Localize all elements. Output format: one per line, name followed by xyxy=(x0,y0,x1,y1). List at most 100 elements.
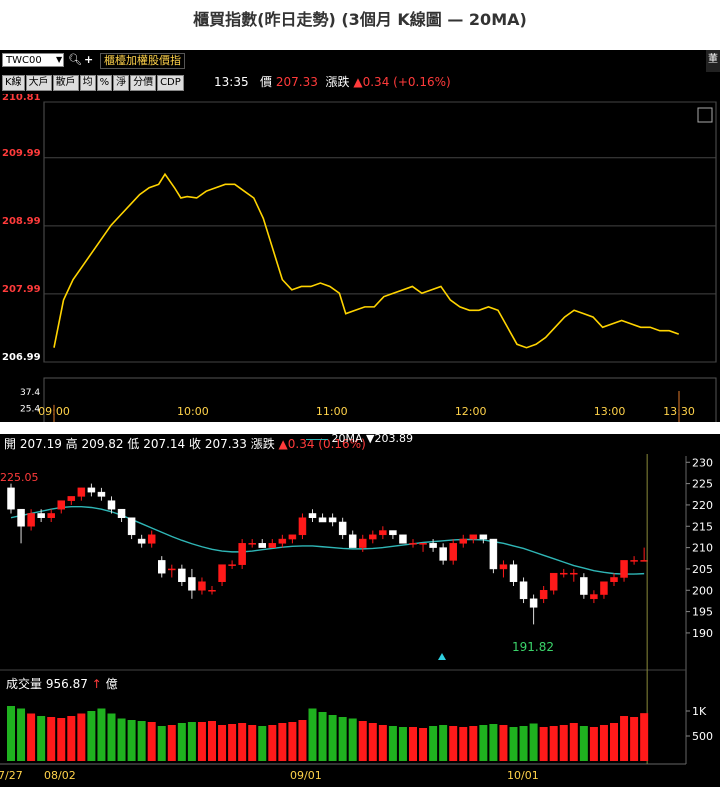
quote-line: 13:35 價 207.33 漲跌 ▲0.34 (+0.16%) xyxy=(214,75,451,89)
kline-volume-bar xyxy=(630,717,639,761)
candle-body xyxy=(630,560,638,562)
vol-tick-label: 500 xyxy=(692,730,713,743)
kline-volume-bar xyxy=(167,725,176,761)
time-tick-label: 13:00 xyxy=(594,405,626,418)
candle-body xyxy=(610,577,618,582)
symbol-input[interactable]: TWC00 xyxy=(2,53,64,67)
kline-volume-bar xyxy=(328,715,337,761)
candle-body xyxy=(188,577,196,591)
candle-body xyxy=(208,590,216,592)
price-tick-label: 207.99 xyxy=(2,284,41,295)
volume-tick-label: 25.4 xyxy=(20,405,40,415)
date-tick-label: 08/02 xyxy=(44,769,76,782)
search-icon[interactable]: 🔍︎ xyxy=(68,53,82,67)
candle-body xyxy=(338,521,347,536)
candle-body xyxy=(228,564,236,566)
volume-readout: 成交量 956.87 ↑ 億 xyxy=(6,676,118,692)
kline-volume-bar xyxy=(57,718,66,761)
kline-chart: 230 225 220 215 210 205 200 195 190 225.05 191.82 1… xyxy=(0,454,713,782)
candle-body xyxy=(158,560,166,574)
candle-body xyxy=(469,534,478,540)
candle-body xyxy=(359,538,367,548)
time-tick-label: 12:00 xyxy=(455,405,487,418)
high-value: 209.82 xyxy=(81,437,124,451)
y-tick-label: 230 xyxy=(692,456,713,469)
low-label: 低 xyxy=(127,437,140,451)
price-value: 207.33 xyxy=(275,75,318,89)
time-tick-label: 10:00 xyxy=(177,405,209,418)
candle-body xyxy=(248,543,256,545)
date-tick-label: 10/01 xyxy=(507,769,539,782)
intraday-chart: 210.81209.99208.99207.99206.9909:00 10:00… xyxy=(2,94,717,422)
kline-volume-bar xyxy=(429,726,438,761)
kline-volume-bar xyxy=(157,726,166,761)
candle-body xyxy=(97,491,106,497)
kline-volume-bar xyxy=(107,713,116,761)
kline-volume-bar xyxy=(449,726,458,761)
price-label: 價 xyxy=(260,75,273,89)
percent-button[interactable]: % xyxy=(96,75,113,91)
kline-volume-bar xyxy=(147,722,156,761)
kline-volume-bar xyxy=(559,725,568,761)
y-tick-label: 220 xyxy=(692,499,713,512)
candle-body xyxy=(529,598,538,608)
kline-volume-bar xyxy=(228,724,237,761)
candle-body xyxy=(178,568,186,582)
candle-body xyxy=(137,538,146,544)
kline-volume-bar xyxy=(27,713,36,761)
kline-volume-bar xyxy=(388,726,397,761)
ma-name: 20MA xyxy=(331,432,363,445)
kline-volume-bar xyxy=(127,720,136,761)
add-icon[interactable]: + xyxy=(84,53,93,67)
candle-body xyxy=(67,496,76,501)
kline-volume-bar xyxy=(117,718,126,761)
open-value: 207.19 xyxy=(19,437,62,451)
candle-body xyxy=(459,538,467,544)
y-tick-label: 205 xyxy=(692,563,713,576)
candle-body xyxy=(640,560,648,562)
candle-body xyxy=(278,538,287,544)
candle-body xyxy=(7,487,15,510)
kline-volume-bar xyxy=(248,725,257,761)
candle-body xyxy=(147,534,156,544)
dropdown-arrow-icon[interactable]: ▼ xyxy=(56,53,62,67)
y-tick-label: 225 xyxy=(692,478,713,491)
candle-body xyxy=(318,517,327,523)
intraday-panel: TWC00 ▼ 🔍︎ + 櫃檯加權股價指 K線 大戶 散戶 均 % 淨 分價 C… xyxy=(0,50,720,422)
kline-button[interactable]: K線 xyxy=(2,75,25,91)
volume-value: 956.87 xyxy=(45,677,88,691)
price-tick-label: 209.99 xyxy=(2,148,41,159)
candle-body xyxy=(258,543,266,548)
corner-tab[interactable]: 董 xyxy=(706,50,720,72)
kline-change-label: 漲跌 xyxy=(250,437,275,451)
candle-body xyxy=(348,534,357,548)
volume-tick-label: 13.4 xyxy=(20,421,40,422)
candle-body xyxy=(37,513,45,518)
retail-button[interactable]: 散戶 xyxy=(52,75,79,91)
candle-body xyxy=(198,581,206,591)
price-tick-label: 210.81 xyxy=(2,94,41,103)
candle-body xyxy=(218,564,226,582)
kline-volume-bar xyxy=(509,727,518,761)
big-holder-button[interactable]: 大戶 xyxy=(25,75,52,91)
kline-volume-bar xyxy=(358,721,367,761)
net-button[interactable]: 淨 xyxy=(113,75,130,91)
candle-body xyxy=(479,534,488,540)
y-tick-label: 210 xyxy=(692,542,713,555)
kline-volume-bar xyxy=(368,723,377,761)
kline-volume-bar xyxy=(47,717,56,761)
kline-volume-bar xyxy=(459,727,468,761)
average-button[interactable]: 均 xyxy=(79,75,96,91)
candle-body xyxy=(620,560,628,578)
kline-volume-bar xyxy=(549,726,558,761)
kline-volume-bar xyxy=(499,725,508,761)
candle-body xyxy=(560,572,568,575)
vol-tick-label: 1K xyxy=(692,705,707,718)
ma20-line xyxy=(10,505,645,575)
kline-volume-bar xyxy=(569,723,578,761)
candle-body xyxy=(117,508,126,518)
cdp-button[interactable]: CDP xyxy=(157,75,184,91)
volume-arrow: ↑ xyxy=(91,677,102,691)
price-distribution-button[interactable]: 分價 xyxy=(130,75,157,91)
marker-triangle xyxy=(438,653,446,660)
